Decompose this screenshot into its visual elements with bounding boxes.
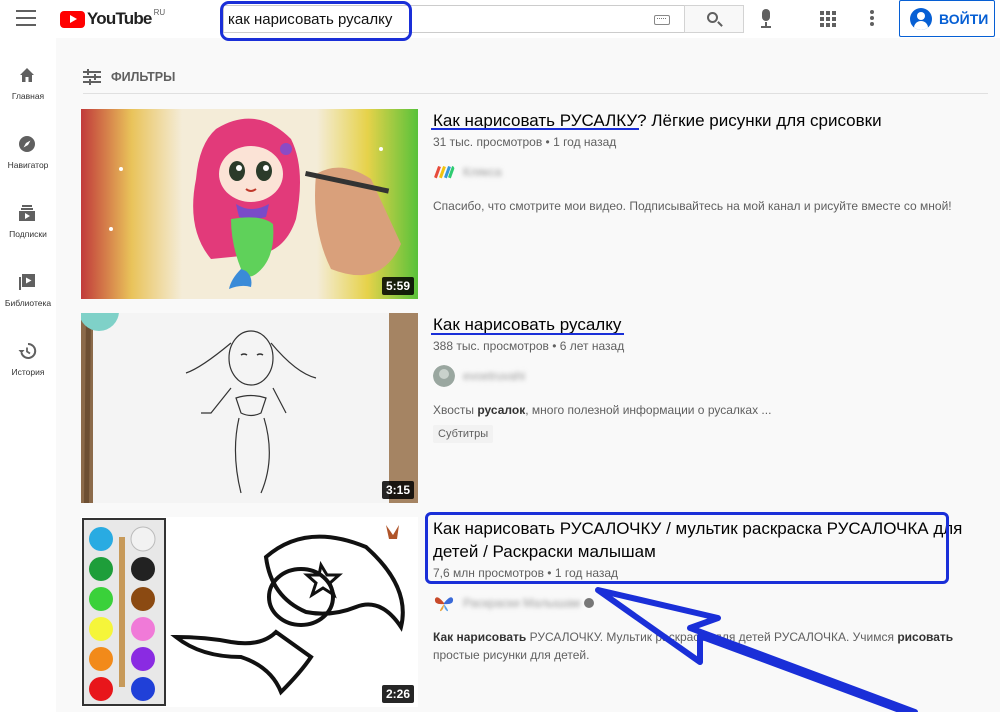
sidebar-item-label: Главная [11, 91, 45, 101]
description-highlight: рисовать [897, 630, 954, 644]
search-button[interactable] [684, 5, 744, 33]
sidebar-item-history[interactable]: История [0, 341, 56, 401]
youtube-search-page: YouTube RU ВОЙТИ Главная [0, 0, 1000, 712]
video-duration: 3:15 [381, 481, 414, 499]
keyboard-icon[interactable] [654, 15, 670, 25]
video-description: Хвосты русалок, много полезной информаци… [433, 401, 993, 419]
sidebar-item-subscriptions[interactable]: Подписки [0, 203, 56, 263]
play-logo-icon [60, 10, 85, 28]
search-icon [707, 12, 718, 23]
video-info: Как нарисовать РУСАЛОЧКУ / мультик раскр… [433, 517, 993, 664]
description-highlight: русалок [477, 403, 526, 417]
channel-avatar [433, 365, 455, 387]
filter-sliders-icon [83, 69, 101, 85]
microphone-icon[interactable] [760, 9, 772, 29]
video-meta: 31 тыс. просмотров • 1 год назад [433, 135, 617, 149]
menu-icon[interactable] [16, 10, 36, 26]
title-annotation-underline [431, 128, 639, 130]
verified-badge-icon [584, 598, 595, 608]
channel-link[interactable]: evoetruvahi [433, 365, 993, 387]
title-annotation-underline [431, 333, 624, 335]
mermaid-sketch-thumbnail-image [81, 313, 418, 503]
apps-grid-icon[interactable] [820, 11, 836, 27]
video-thumbnail[interactable]: 3:15 [81, 313, 418, 503]
mermaid-coloring-thumbnail-image [81, 517, 418, 707]
masthead: YouTube RU ВОЙТИ [0, 0, 1000, 38]
sidebar-item-label: Подписки [9, 229, 47, 239]
account-icon [910, 7, 932, 30]
subscriptions-icon [19, 205, 35, 221]
video-meta: 7,6 млн просмотров • 1 год назад [433, 566, 619, 580]
signin-label: ВОЙТИ [939, 10, 989, 27]
channel-name: Раскраски Малышам [463, 596, 581, 610]
description-text: , много полезной информации о русалках .… [525, 403, 772, 417]
sidebar-item-label: Навигатор [7, 160, 49, 170]
channel-link[interactable]: Клякса [433, 161, 993, 183]
compass-icon [19, 136, 35, 152]
sidebar-item-navigator[interactable]: Навигатор [0, 134, 56, 194]
filters-button[interactable]: ФИЛЬТРЫ [83, 66, 175, 88]
channel-name: evoetruvahi [463, 369, 526, 383]
channel-avatar [434, 166, 455, 179]
video-thumbnail[interactable]: 5:59 [81, 109, 418, 299]
video-description: Как нарисовать РУСАЛОЧКУ. Мультик раскра… [433, 628, 993, 664]
mermaid-drawing-thumbnail-image [81, 109, 418, 299]
channel-name: Клякса [463, 165, 502, 179]
filter-divider [83, 93, 988, 94]
search-bar [223, 5, 744, 33]
youtube-logo[interactable]: YouTube RU [60, 7, 166, 29]
sidebar: Главная Навигатор Подписки Библиотека Ис… [0, 38, 56, 712]
more-options-icon[interactable] [870, 10, 874, 28]
library-icon [19, 274, 35, 290]
video-meta: 388 тыс. просмотров • 6 лет назад [433, 339, 625, 353]
sidebar-item-home[interactable]: Главная [0, 65, 56, 125]
sidebar-item-label: История [11, 367, 45, 377]
description-text: простые рисунки для детей. [433, 648, 590, 662]
description-highlight: Как нарисовать [433, 630, 527, 644]
sidebar-item-label: Библиотека [4, 298, 52, 308]
history-icon [18, 342, 37, 359]
video-duration: 5:59 [381, 277, 414, 295]
search-box [223, 5, 684, 33]
butterfly-channel-avatar [434, 597, 454, 612]
channel-link[interactable]: Раскраски Малышам [433, 592, 993, 614]
sidebar-item-library[interactable]: Библиотека [0, 272, 56, 332]
video-thumbnail[interactable]: 2:26 [81, 517, 418, 707]
description-text: РУСАЛОЧКУ. Мультик раскраска для детей Р… [526, 630, 898, 644]
logo-text: YouTube [87, 9, 152, 28]
video-description: Спасибо, что смотрите мои видео. Подписы… [433, 199, 952, 213]
home-icon [20, 68, 34, 82]
logo-region: RU [153, 7, 166, 17]
video-duration: 2:26 [381, 685, 414, 703]
description-text: Хвосты [433, 403, 478, 417]
video-title[interactable]: Как нарисовать РУСАЛОЧКУ / мультик раскр… [433, 517, 993, 563]
signin-button[interactable]: ВОЙТИ [899, 0, 995, 37]
subtitles-badge: Субтитры [433, 425, 494, 443]
video-info: Как нарисовать РУСАЛКУ? Лёгкие рисунки д… [433, 109, 993, 215]
filters-label: ФИЛЬТРЫ [111, 70, 176, 84]
search-input[interactable] [228, 9, 638, 29]
